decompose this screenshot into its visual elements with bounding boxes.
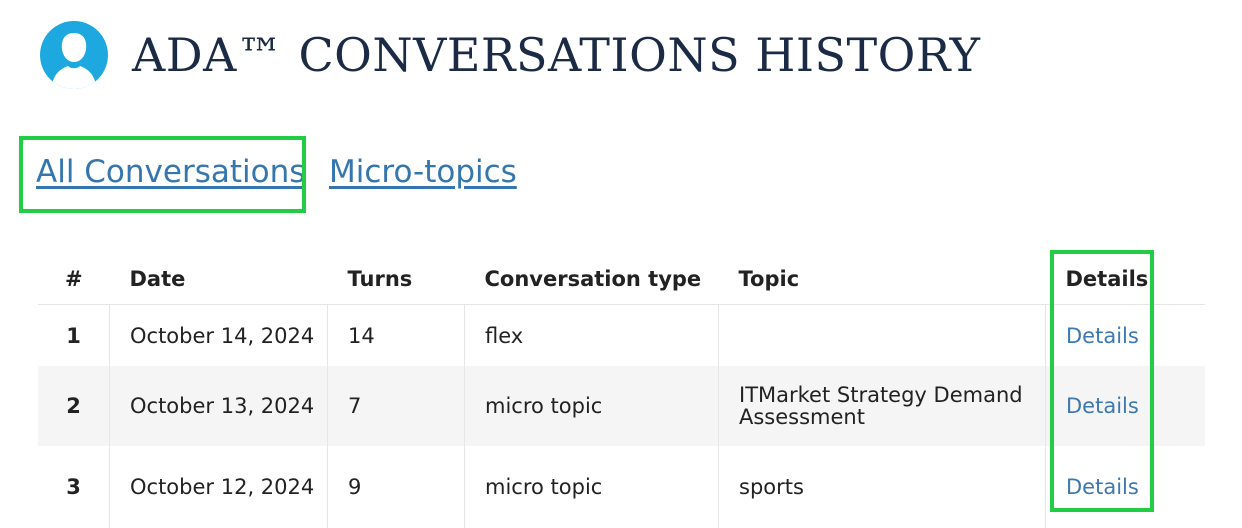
row-date: October 12, 2024	[109, 446, 328, 528]
tab-micro-topics[interactable]: Micro-topics	[329, 157, 517, 188]
details-link[interactable]: Details	[1066, 324, 1139, 348]
header-topic: Topic	[718, 254, 1046, 305]
row-date: October 13, 2024	[109, 366, 328, 446]
row-number: 2	[38, 366, 110, 446]
row-conversation-type: micro topic	[464, 366, 719, 446]
row-topic: ITMarket Strategy Demand Assessment	[718, 366, 1046, 446]
row-turns: 7	[327, 366, 465, 446]
details-link[interactable]: Details	[1066, 394, 1139, 418]
row-turns: 9	[327, 446, 465, 528]
row-turns: 14	[327, 304, 465, 366]
header-conversation-type: Conversation type	[464, 254, 719, 305]
page-header: ADA™ CONVERSATIONS HISTORY	[40, 20, 980, 90]
table-row: 3 October 12, 2024 9 micro topic sports …	[38, 446, 1205, 528]
details-link[interactable]: Details	[1066, 475, 1139, 499]
page-title: ADA™ CONVERSATIONS HISTORY	[132, 28, 981, 82]
table-row: 2 October 13, 2024 7 micro topic ITMarke…	[38, 366, 1205, 446]
header-date: Date	[109, 254, 328, 305]
user-avatar-icon	[40, 21, 108, 89]
row-details-cell: Details	[1045, 366, 1205, 446]
row-conversation-type: micro topic	[464, 446, 719, 528]
row-number: 3	[66, 475, 81, 499]
header-details: Details	[1045, 254, 1205, 305]
header-number: #	[38, 254, 110, 305]
row-details-cell: Details	[1045, 446, 1205, 528]
table-header-row: # Date Turns Conversation type Topic Det…	[38, 254, 1205, 305]
table-row: 1 October 14, 2024 14 flex Details	[38, 304, 1205, 366]
row-topic: sports	[718, 446, 1046, 528]
conversations-table: # Date Turns Conversation type Topic Det…	[38, 254, 1205, 528]
row-number: 1	[66, 323, 81, 348]
tab-all-conversations[interactable]: All Conversations	[36, 157, 305, 188]
header-turns: Turns	[327, 254, 465, 305]
row-topic	[718, 304, 1046, 366]
row-date: October 14, 2024	[109, 304, 328, 366]
row-conversation-type: flex	[464, 304, 719, 366]
row-details-cell: Details	[1045, 304, 1205, 366]
